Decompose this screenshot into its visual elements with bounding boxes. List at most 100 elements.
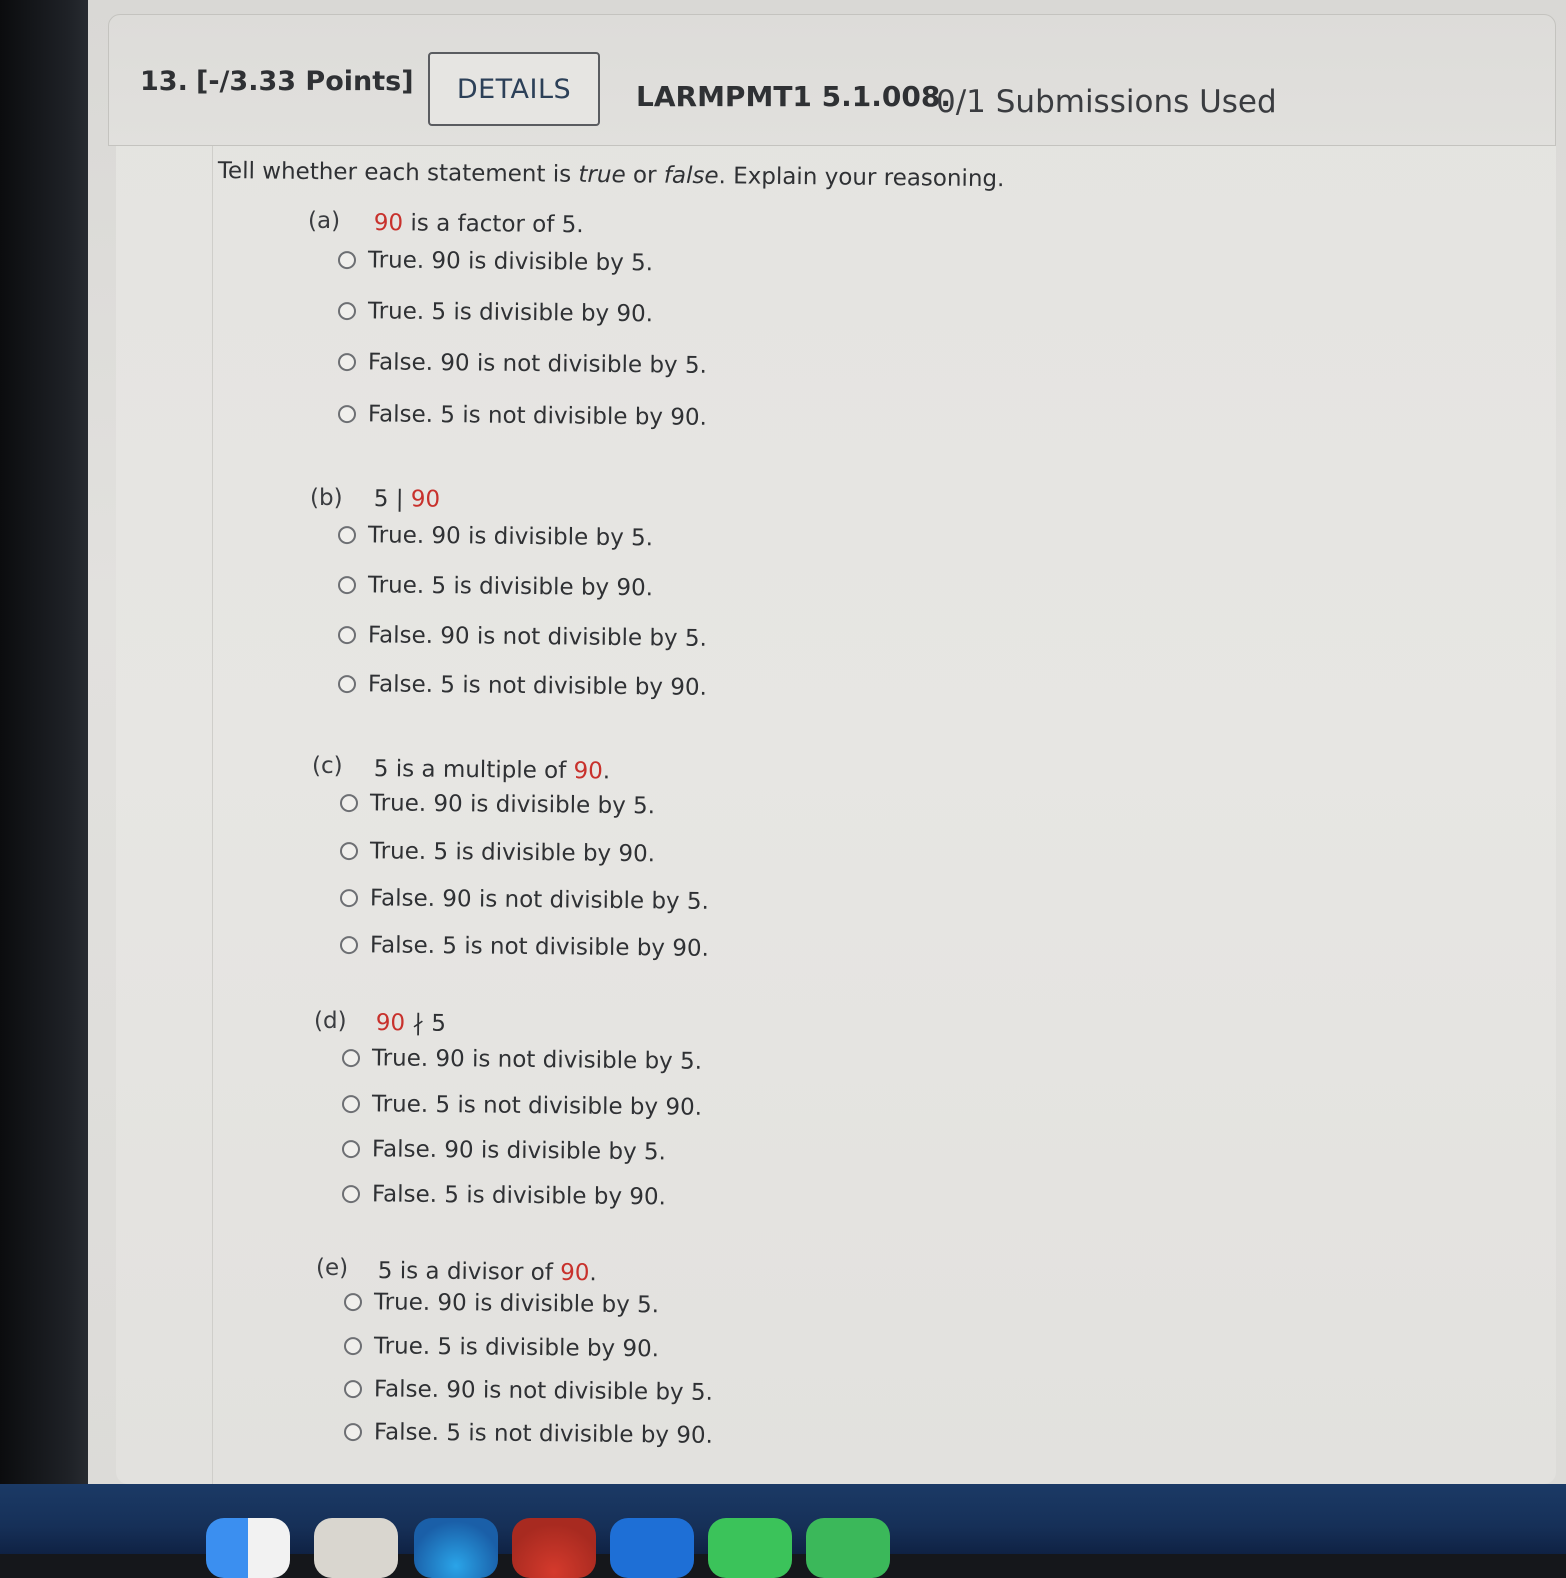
finder-icon[interactable] <box>206 1518 290 1578</box>
option-label: True. 90 is not divisible by 5. <box>371 1045 703 1075</box>
radio-circle-icon[interactable] <box>341 1049 361 1068</box>
option-label: False. 90 is not divisible by 5. <box>367 622 708 652</box>
radio-circle-icon[interactable] <box>337 576 357 595</box>
radio-circle-icon[interactable] <box>337 353 357 372</box>
part-d-option-2[interactable]: True. 5 is not divisible by 90. <box>341 1091 703 1121</box>
option-label: True. 5 is divisible by 90. <box>369 838 656 868</box>
option-label: True. 90 is divisible by 5. <box>367 522 654 552</box>
part-d-label: (d) <box>314 1008 347 1034</box>
part-a-statement: 90 is a factor of 5. <box>374 210 584 238</box>
radio-circle-icon[interactable] <box>343 1423 363 1442</box>
radio-circle-icon[interactable] <box>339 889 359 908</box>
part-a-option-4[interactable]: False. 5 is not divisible by 90. <box>337 401 708 431</box>
option-label: False. 5 is divisible by 90. <box>371 1181 667 1211</box>
radio-circle-icon[interactable] <box>339 936 359 955</box>
option-label: True. 5 is not divisible by 90. <box>371 1091 703 1121</box>
part-c-statement: 5 is a multiple of 90. <box>374 756 611 784</box>
launchpad-icon[interactable] <box>314 1518 398 1578</box>
part-e-stmt-period: . <box>589 1260 597 1287</box>
safari-icon[interactable] <box>414 1518 498 1578</box>
part-d-stmt-number: 90 <box>375 1010 406 1037</box>
part-b-option-1[interactable]: True. 90 is divisible by 5. <box>337 522 654 552</box>
radio-circle-icon[interactable] <box>341 1140 361 1159</box>
radio-circle-icon[interactable] <box>337 302 357 321</box>
chrome-icon[interactable] <box>512 1518 596 1578</box>
option-label: True. 90 is divisible by 5. <box>367 247 654 277</box>
part-e-option-3[interactable]: False. 90 is not divisible by 5. <box>343 1376 714 1406</box>
option-label: True. 90 is divisible by 5. <box>369 790 656 820</box>
option-label: True. 5 is divisible by 90. <box>367 298 654 328</box>
option-label: False. 5 is not divisible by 90. <box>369 932 710 962</box>
option-label: False. 90 is divisible by 5. <box>371 1136 667 1166</box>
radio-circle-icon[interactable] <box>337 626 357 645</box>
instructions-suffix: . Explain your reasoning. <box>718 163 1005 193</box>
part-b-option-4[interactable]: False. 5 is not divisible by 90. <box>337 671 708 701</box>
part-d-statement: 90 ∤ 5 <box>376 1010 446 1037</box>
option-label: False. 90 is not divisible by 5. <box>367 349 708 379</box>
part-d-option-4[interactable]: False. 5 is divisible by 90. <box>341 1181 667 1211</box>
part-d-stmt-text: ∤ 5 <box>405 1010 447 1037</box>
part-a-option-2[interactable]: True. 5 is divisible by 90. <box>337 298 654 328</box>
part-b-label: (b) <box>310 485 343 511</box>
part-e-option-1[interactable]: True. 90 is divisible by 5. <box>343 1289 660 1319</box>
part-c-option-2[interactable]: True. 5 is divisible by 90. <box>339 838 656 868</box>
radio-circle-icon[interactable] <box>341 1185 361 1204</box>
option-label: False. 90 is not divisible by 5. <box>369 885 710 915</box>
messages-icon[interactable] <box>708 1518 792 1578</box>
part-e-option-2[interactable]: True. 5 is divisible by 90. <box>343 1333 660 1363</box>
part-c-label: (c) <box>312 753 343 779</box>
option-label: False. 5 is not divisible by 90. <box>367 671 708 701</box>
part-a-stmt-text: is a factor of 5. <box>403 210 584 239</box>
radio-circle-icon[interactable] <box>337 526 357 545</box>
part-a-option-3[interactable]: False. 90 is not divisible by 5. <box>337 349 708 379</box>
option-label: True. 90 is divisible by 5. <box>373 1289 660 1319</box>
part-b-option-3[interactable]: False. 90 is not divisible by 5. <box>337 622 708 652</box>
radio-circle-icon[interactable] <box>337 405 357 424</box>
instructions-true: true <box>578 161 626 189</box>
monitor-bezel <box>0 0 96 1554</box>
facetime-icon[interactable] <box>806 1518 890 1578</box>
part-c-option-3[interactable]: False. 90 is not divisible by 5. <box>339 885 710 915</box>
part-e-label: (e) <box>316 1255 349 1281</box>
radio-circle-icon[interactable] <box>339 794 359 813</box>
part-a-label: (a) <box>308 208 341 234</box>
part-c-stmt-text: 5 is a multiple of <box>373 756 574 785</box>
part-e-stmt-text: 5 is a divisor of <box>377 1258 561 1286</box>
part-b-statement: 5 | 90 <box>374 486 441 513</box>
mail-icon[interactable] <box>610 1518 694 1578</box>
instructions-false: false <box>663 162 719 190</box>
part-c-stmt-number: 90 <box>573 758 604 785</box>
part-e-option-4[interactable]: False. 5 is not divisible by 90. <box>343 1419 714 1449</box>
option-label: True. 5 is divisible by 90. <box>367 572 654 602</box>
instructions-middle: or <box>625 162 664 189</box>
radio-circle-icon[interactable] <box>343 1380 363 1399</box>
option-label: False. 5 is not divisible by 90. <box>367 401 708 431</box>
part-b-stmt-number: 90 <box>410 486 441 513</box>
part-c-stmt-period: . <box>602 758 611 785</box>
radio-circle-icon[interactable] <box>343 1337 363 1356</box>
part-a-stmt-number: 90 <box>373 210 404 237</box>
part-e-stmt-number: 90 <box>560 1259 590 1287</box>
part-e-statement: 5 is a divisor of 90. <box>378 1258 597 1286</box>
problem-id: LARMPMT1 5.1.008. <box>636 80 951 113</box>
option-label: True. 5 is divisible by 90. <box>373 1333 660 1363</box>
question-points: [-/3.33 Points] <box>196 66 414 97</box>
part-b-stmt-text: 5 | <box>373 486 412 513</box>
radio-circle-icon[interactable] <box>337 675 357 694</box>
option-label: False. 90 is not divisible by 5. <box>373 1376 714 1406</box>
part-b-option-2[interactable]: True. 5 is divisible by 90. <box>337 572 654 602</box>
radio-circle-icon[interactable] <box>337 251 357 270</box>
details-button[interactable]: DETAILS <box>428 52 600 126</box>
part-c-option-4[interactable]: False. 5 is not divisible by 90. <box>339 932 710 962</box>
submissions-used: 0/1 Submissions Used <box>936 84 1277 120</box>
question-number: 13. <box>140 66 188 97</box>
radio-circle-icon[interactable] <box>343 1293 363 1312</box>
part-a-option-1[interactable]: True. 90 is divisible by 5. <box>337 247 654 277</box>
part-d-option-3[interactable]: False. 90 is divisible by 5. <box>341 1136 667 1166</box>
option-label: False. 5 is not divisible by 90. <box>373 1419 714 1449</box>
part-d-option-1[interactable]: True. 90 is not divisible by 5. <box>341 1045 703 1075</box>
radio-circle-icon[interactable] <box>341 1095 361 1114</box>
radio-circle-icon[interactable] <box>339 842 359 861</box>
part-c-option-1[interactable]: True. 90 is divisible by 5. <box>339 790 656 820</box>
instructions-prefix: Tell whether each statement is <box>217 158 579 188</box>
